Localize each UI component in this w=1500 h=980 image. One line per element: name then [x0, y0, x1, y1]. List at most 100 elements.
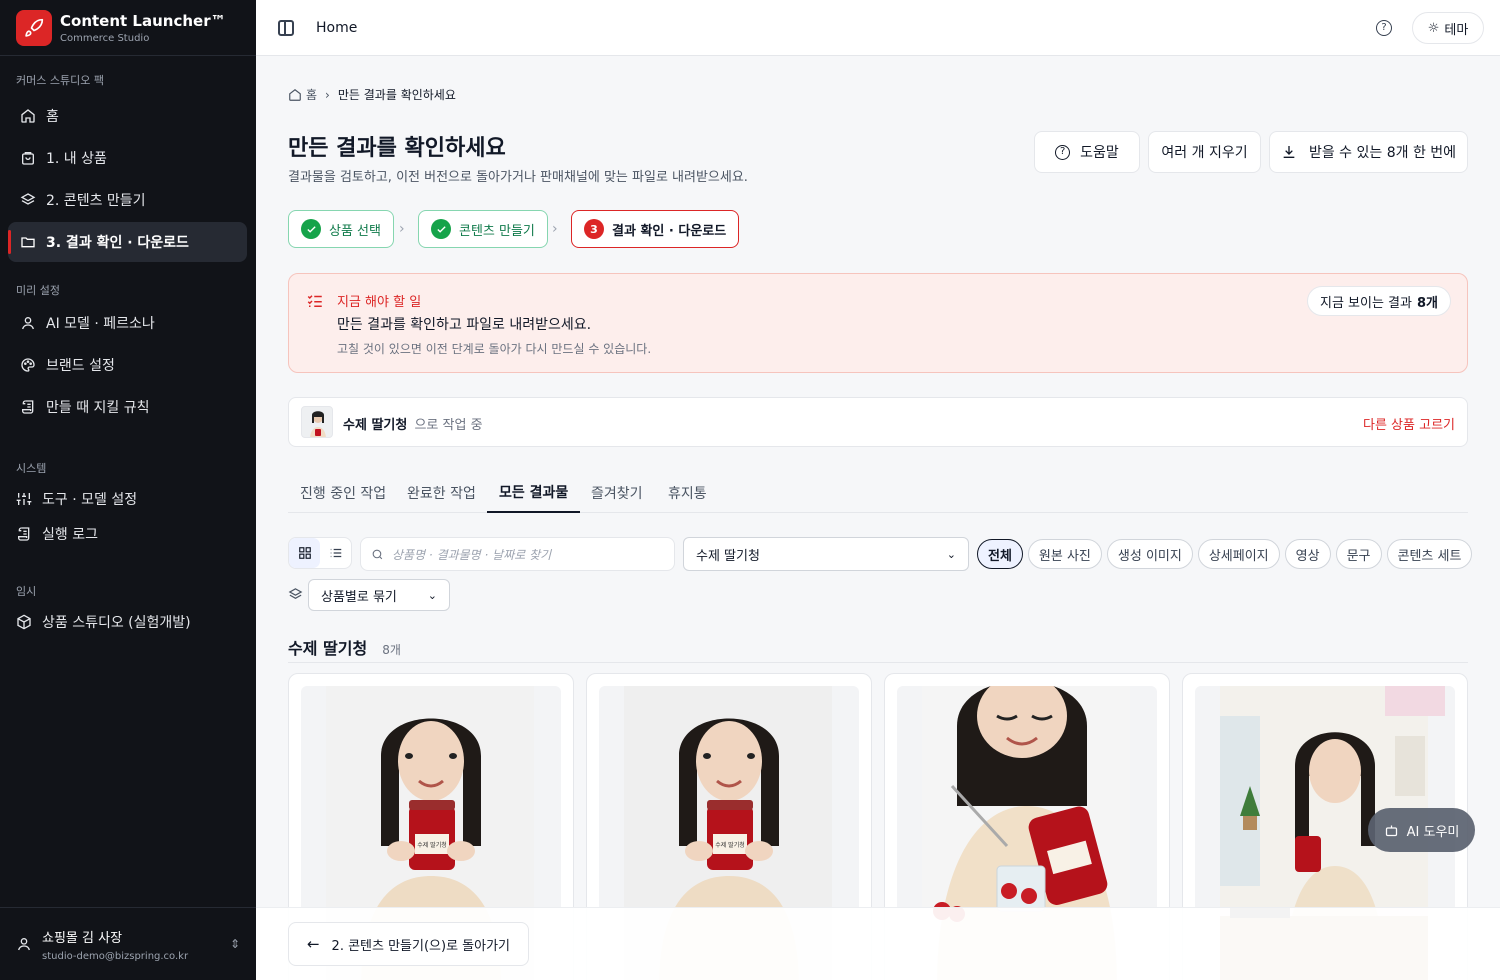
step-select-product[interactable]: 상품 선택	[288, 210, 394, 248]
search-icon	[372, 549, 383, 559]
sidebar-item-label: 상품 스튜디오 (실험개발)	[42, 615, 191, 631]
tab-completed[interactable]: 완료한 작업	[395, 473, 488, 513]
sun-icon: ☼	[1427, 20, 1440, 36]
brand[interactable]: Content Launcher™ Commerce Studio	[0, 0, 256, 56]
group-select[interactable]: 상품별로 묶기 ⌄	[308, 579, 450, 611]
brand-subtitle: Commerce Studio	[60, 32, 150, 44]
sidebar-item-brand-settings[interactable]: 브랜드 설정	[8, 345, 247, 385]
bag-icon	[22, 152, 34, 165]
view-toggle	[288, 537, 352, 569]
check-icon	[301, 219, 321, 239]
breadcrumb-home[interactable]: 홈	[306, 86, 317, 103]
clear-multiple-button[interactable]: 여러 개 지우기	[1148, 131, 1261, 173]
chevron-down-icon: ⌄	[946, 547, 956, 561]
sidebar-item-home[interactable]: 홈	[8, 96, 247, 136]
search-input[interactable]: 상품명 · 결과물명 · 날짜로 찾기	[360, 537, 675, 571]
sidebar-item-results-download[interactable]: 3. 결과 확인 · 다운로드	[8, 222, 247, 262]
chevron-right-icon: ›	[325, 87, 330, 102]
chip-video[interactable]: 영상	[1284, 539, 1331, 569]
change-product-link[interactable]: 다른 상품 고르기	[1363, 414, 1455, 433]
tab-trash[interactable]: 휴지통	[656, 473, 719, 513]
arrow-left-icon: ←	[306, 935, 320, 953]
todo-banner: 지금 해야 할 일 만든 결과를 확인하고 파일로 내려받으세요. 고칠 것이 …	[288, 273, 1468, 373]
step-results-download[interactable]: 3 결과 확인 · 다운로드	[571, 210, 740, 248]
chip-detail-page[interactable]: 상세페이지	[1197, 539, 1280, 569]
product-select[interactable]: 수제 딸기청 ⌄	[683, 537, 969, 571]
check-icon	[431, 219, 451, 239]
product-thumbnail	[301, 406, 333, 438]
main-content: 홈 › 만든 결과를 확인하세요 만든 결과를 확인하세요 결과물을 검토하고,…	[256, 56, 1500, 980]
user-email: studio-demo@bizspring.co.kr	[42, 950, 189, 962]
layers-icon	[288, 588, 303, 599]
list-check-icon	[307, 295, 322, 307]
todo-hint: 고칠 것이 있으면 이전 단계로 돌아가 다시 만드실 수 있습니다.	[337, 342, 652, 356]
section-label-studio-pack: 커머스 스튜디오 팩	[16, 74, 104, 87]
sidebar: Content Launcher™ Commerce Studio 커머스 스튜…	[0, 0, 256, 980]
sidebar-item-tool-settings[interactable]: 도구 · 모델 설정	[8, 479, 247, 519]
badge-prefix: 지금 보이는 결과	[1319, 295, 1412, 311]
sidebar-item-create-content[interactable]: 2. 콘텐츠 만들기	[8, 180, 247, 220]
badge-count: 8개	[1416, 295, 1438, 311]
help-icon[interactable]: ?	[1376, 20, 1392, 36]
breadcrumb-current: 만든 결과를 확인하세요	[337, 88, 456, 102]
tab-all-results[interactable]: 모든 결과물	[487, 473, 581, 513]
palette-icon	[21, 358, 35, 372]
user-icon	[18, 938, 30, 951]
home-icon[interactable]	[288, 88, 302, 102]
sidebar-item-product-studio[interactable]: 상품 스튜디오 (실험개발)	[8, 602, 247, 642]
sidebar-item-rules[interactable]: 만들 때 지킬 규칙	[8, 387, 247, 427]
user-icon	[22, 317, 34, 330]
home-icon	[21, 109, 35, 123]
back-to-create-button[interactable]: ← 2. 콘텐츠 만들기(으)로 돌아가기	[288, 922, 529, 966]
product-bar: 수제 딸기청 으로 작업 중 다른 상품 고르기	[288, 397, 1468, 447]
step-label: 결과 확인 · 다운로드	[612, 223, 727, 239]
sidebar-item-label: 3. 결과 확인 · 다운로드	[46, 235, 189, 251]
ai-assistant-label: AI 도우미	[1406, 824, 1460, 840]
chip-generated-image[interactable]: 생성 이미지	[1106, 539, 1193, 569]
chevron-right-icon: ›	[552, 221, 558, 237]
chip-original-photo[interactable]: 원본 사진	[1027, 539, 1102, 569]
chip-all[interactable]: 전체	[977, 539, 1023, 569]
help-button[interactable]: ? 도움말	[1034, 131, 1140, 173]
grid-view-icon[interactable]	[289, 538, 320, 568]
chip-copy[interactable]: 문구	[1335, 539, 1382, 569]
download-all-button[interactable]: 받을 수 있는 8개 한 번에	[1269, 131, 1468, 173]
tab-favorites[interactable]: 즐겨찾기	[579, 473, 655, 513]
todo-message: 만든 결과를 확인하고 파일로 내려받으세요.	[337, 317, 592, 333]
sidebar-item-my-products[interactable]: 1. 내 상품	[8, 138, 247, 178]
step-create-content[interactable]: 콘텐츠 만들기	[418, 210, 548, 248]
todo-title: 지금 해야 할 일	[337, 295, 422, 310]
chip-content-set[interactable]: 콘텐츠 세트	[1386, 539, 1473, 569]
user-menu[interactable]: 쇼핑몰 김 사장 studio-demo@bizspring.co.kr ⇕	[0, 907, 256, 980]
tab-in-progress[interactable]: 진행 중인 작업	[288, 473, 398, 513]
rocket-icon	[16, 9, 52, 46]
sidebar-item-run-log[interactable]: 실행 로그	[8, 514, 247, 554]
sidebar-item-label: 만들 때 지킬 규칙	[46, 400, 150, 416]
sidebar-item-ai-model[interactable]: AI 모델 · 페르소나	[8, 303, 247, 343]
theme-label: 테마	[1444, 22, 1469, 38]
clear-label: 여러 개 지우기	[1161, 145, 1248, 161]
chevron-down-icon: ⌄	[427, 588, 437, 602]
search-placeholder: 상품명 · 결과물명 · 날짜로 찾기	[392, 547, 552, 562]
section-label-presets: 미리 설정	[16, 284, 60, 297]
group-header: 수제 딸기청 8개	[288, 635, 1468, 663]
list-view-icon[interactable]	[320, 538, 351, 568]
group-title: 수제 딸기청	[288, 639, 368, 658]
sidebar-toggle-icon[interactable]	[278, 20, 294, 36]
help-label: 도움말	[1080, 145, 1119, 161]
ai-assistant-button[interactable]: AI 도우미	[1368, 808, 1475, 852]
sidebar-item-label: 실행 로그	[42, 527, 98, 543]
back-button-label: 2. 콘텐츠 만들기(으)로 돌아가기	[331, 938, 511, 954]
scroll-icon	[18, 527, 30, 541]
topbar-title: Home	[316, 20, 358, 36]
filter-chips: 전체 원본 사진 생성 이미지 상세페이지 영상 문구 콘텐츠 세트	[977, 539, 1477, 569]
product-suffix: 으로 작업 중	[414, 418, 483, 433]
sidebar-item-label: 도구 · 모델 설정	[42, 492, 138, 508]
step-label: 상품 선택	[329, 223, 381, 239]
scroll-icon	[22, 400, 34, 414]
chevron-updown-icon: ⇕	[229, 937, 240, 951]
theme-button[interactable]: ☼ 테마	[1412, 12, 1484, 44]
group-count: 8개	[382, 643, 401, 657]
topbar: Home ? ☼ 테마	[256, 0, 1500, 56]
sliders-icon	[16, 493, 32, 505]
